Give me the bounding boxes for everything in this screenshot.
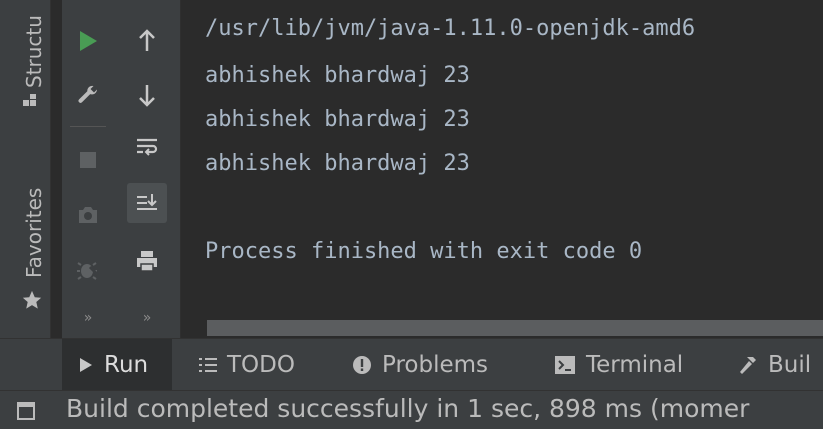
edit-configuration-button[interactable] [71, 78, 105, 112]
debugger-button[interactable] [71, 252, 105, 286]
arrow-down-icon [139, 85, 155, 107]
hammer-icon [740, 357, 756, 374]
list-icon [199, 358, 217, 372]
tab-build[interactable]: Buil [738, 339, 811, 391]
tab-build-label: Buil [768, 352, 812, 378]
bug-icon [77, 262, 100, 280]
tab-problems[interactable]: Problems [352, 339, 488, 391]
favorites-tab[interactable]: Favorites [22, 188, 46, 278]
favorites-tab-label: Favorites [22, 187, 46, 278]
window-square-icon [17, 402, 35, 420]
run-toolbar-left: » [62, 0, 114, 338]
status-bar: Build completed successfully in 1 sec, 8… [0, 390, 823, 429]
stop-button[interactable] [71, 143, 105, 177]
tab-run-label: Run [104, 352, 149, 378]
left-tool-strip: Structu Favorites [0, 0, 51, 338]
toolbar-divider [70, 126, 106, 127]
structure-tab[interactable]: Structu [22, 15, 46, 88]
console-line: abhishek bhardwaj 23 [205, 107, 470, 132]
scroll-to-end-button[interactable] [127, 183, 167, 223]
down-trace-button[interactable] [130, 78, 164, 112]
tab-terminal[interactable]: Terminal [554, 339, 683, 391]
stop-icon [80, 152, 96, 168]
tab-terminal-label: Terminal [586, 352, 684, 378]
status-message: Build completed successfully in 1 sec, 8… [66, 394, 750, 423]
soft-wrap-button[interactable] [130, 130, 164, 164]
scroll-to-end-icon [137, 194, 157, 210]
tab-todo[interactable]: TODO [198, 339, 295, 391]
soft-wrap-icon [137, 138, 158, 156]
more-actions-left[interactable]: » [71, 306, 105, 330]
console-line: /usr/lib/jvm/java-1.11.0-openjdk-amd6 [205, 16, 696, 41]
more-actions-right[interactable]: » [130, 306, 164, 330]
print-button[interactable] [130, 244, 164, 278]
chevron-double-right-icon: » [83, 310, 93, 326]
tab-run[interactable]: Run [62, 339, 172, 391]
tab-problems-label: Problems [382, 352, 489, 378]
warning-circle-icon [353, 356, 371, 374]
arrow-up-icon [139, 29, 155, 51]
tool-window-tab-bar: Run TODO Problems Terminal Buil [0, 338, 823, 391]
up-trace-button[interactable] [130, 24, 164, 58]
console-line: Process finished with exit code 0 [205, 239, 643, 264]
toggle-tool-windows-button[interactable] [16, 401, 36, 421]
tab-todo-label: TODO [227, 352, 295, 378]
play-icon [80, 31, 97, 51]
chevron-double-right-icon: » [142, 310, 152, 326]
horizontal-scrollbar[interactable] [207, 320, 823, 336]
printer-icon [137, 251, 157, 272]
wrench-icon [78, 85, 97, 103]
run-toolbar-right: » [114, 0, 181, 338]
console-line: abhishek bhardwaj 23 [205, 151, 470, 176]
console-output[interactable]: /usr/lib/jvm/java-1.11.0-openjdk-amd6 ab… [181, 0, 823, 338]
console-line: abhishek bhardwaj 23 [205, 63, 470, 88]
terminal-icon [555, 356, 575, 374]
rerun-button[interactable] [71, 24, 105, 58]
star-icon [21, 289, 43, 311]
camera-icon [79, 207, 97, 223]
structure-tab-label: Structu [22, 15, 46, 88]
play-icon [80, 358, 92, 372]
structure-icon [23, 93, 37, 107]
dump-threads-button[interactable] [71, 198, 105, 232]
